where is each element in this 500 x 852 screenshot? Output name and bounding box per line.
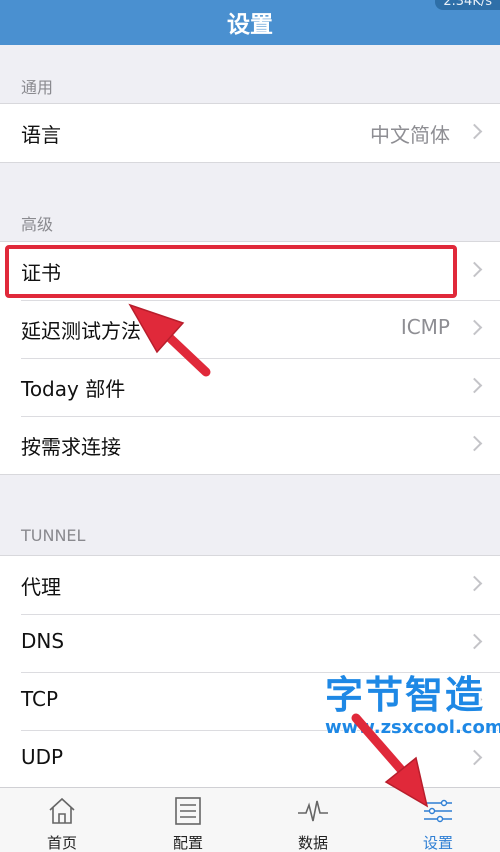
arrow-to-certificate-icon (128, 303, 211, 377)
annotation-arrows (128, 303, 429, 808)
arrow-to-settings-tab-icon (351, 713, 429, 808)
